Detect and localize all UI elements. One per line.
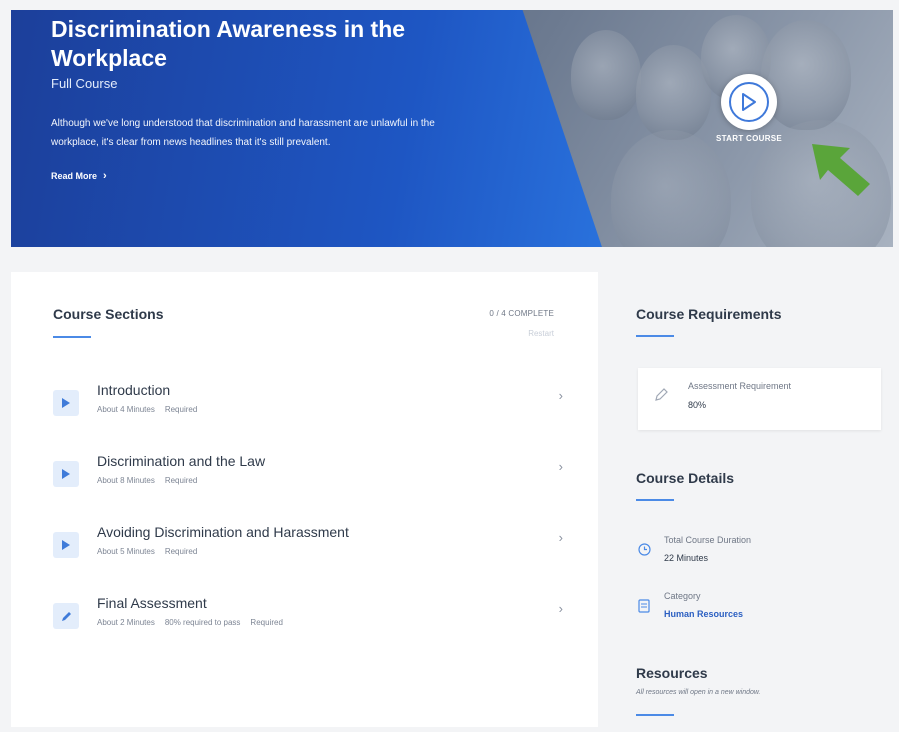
resources-note: All resources will open in a new window. [636, 689, 761, 696]
chevron-right-icon: › [558, 601, 563, 616]
duration-label: Total Course Duration [664, 535, 752, 545]
course-sections-card: Course Sections 0 / 4 COMPLETE Restart I… [11, 272, 598, 727]
section-duration: About 5 Minutes [97, 547, 155, 556]
section-required: Required [164, 476, 198, 485]
section-required: Required [164, 547, 198, 556]
section-duration: About 4 Minutes [97, 405, 155, 414]
section-title: Final Assessment [97, 595, 207, 611]
document-icon [638, 599, 652, 613]
section-required: Required [250, 618, 283, 627]
play-icon [53, 532, 79, 558]
start-course-button[interactable] [721, 74, 777, 130]
chevron-right-icon: › [103, 170, 107, 182]
section-required: Required [164, 405, 198, 414]
restart-link[interactable]: Restart [528, 329, 554, 338]
course-sidebar: Course Requirements Assessment Requireme… [618, 272, 893, 727]
section-duration: About 8 Minutes [97, 476, 155, 485]
start-course-label[interactable]: START COURSE [701, 134, 797, 143]
section-meta: About 2 Minutes 80% required to pass Requi… [97, 618, 293, 627]
section-duration: About 2 Minutes [97, 618, 155, 627]
heading-underline [636, 714, 674, 716]
pencil-icon [53, 603, 79, 629]
section-row[interactable]: Avoiding Discrimination and Harassment A… [53, 522, 565, 572]
section-meta: About 8 Minutes Required [97, 476, 207, 485]
play-icon [53, 390, 79, 416]
course-requirements-heading: Course Requirements [636, 306, 782, 322]
category-link[interactable]: Human Resources [664, 609, 743, 619]
section-meta: About 4 Minutes Required [97, 405, 207, 414]
green-arrow-icon [812, 144, 870, 196]
course-details-heading: Course Details [636, 470, 735, 486]
heading-underline [53, 336, 91, 338]
course-description: Although we've long understood that disc… [51, 118, 435, 148]
course-page: Discrimination Awareness in the Workplac… [0, 0, 899, 732]
chevron-right-icon: › [558, 459, 563, 474]
course-sections-heading: Course Sections [53, 306, 164, 322]
chevron-right-icon: › [558, 388, 563, 403]
section-row[interactable]: Final Assessment About 2 Minutes 80% requ… [53, 593, 565, 643]
section-meta: About 5 Minutes Required [97, 547, 207, 556]
assessment-requirement-value: 80% [688, 400, 707, 410]
course-hero-banner: Discrimination Awareness in the Workplac… [11, 10, 893, 247]
assessment-requirement-card: Assessment Requirement 80% [638, 368, 881, 430]
section-pass-requirement: 80% required to pass [164, 618, 241, 627]
duration-value: 22 Minutes [664, 553, 709, 563]
clock-icon [638, 543, 652, 557]
course-title: Discrimination Awareness in the Workplac… [51, 16, 406, 71]
heading-underline [636, 499, 674, 501]
resources-heading: Resources [636, 665, 708, 681]
section-title: Introduction [97, 382, 171, 398]
pencil-icon [654, 388, 668, 405]
read-more-label: Read More [51, 171, 98, 181]
section-title: Discrimination and the Law [97, 453, 266, 469]
section-row[interactable]: Introduction About 4 Minutes Required › [53, 380, 565, 430]
hero-content: Discrimination Awareness in the Workplac… [51, 15, 471, 182]
section-title: Avoiding Discrimination and Harassment [97, 524, 349, 540]
chevron-right-icon: › [558, 530, 563, 545]
category-label: Category [664, 591, 701, 601]
section-row[interactable]: Discrimination and the Law About 8 Minut… [53, 451, 565, 501]
course-subtitle: Full Course [51, 76, 118, 91]
play-circle-icon [729, 82, 769, 122]
assessment-requirement-label: Assessment Requirement [688, 381, 792, 391]
read-more-link[interactable]: Read More › [51, 170, 471, 182]
progress-count: 0 / 4 COMPLETE [489, 309, 554, 318]
heading-underline [636, 335, 674, 337]
play-icon [53, 461, 79, 487]
